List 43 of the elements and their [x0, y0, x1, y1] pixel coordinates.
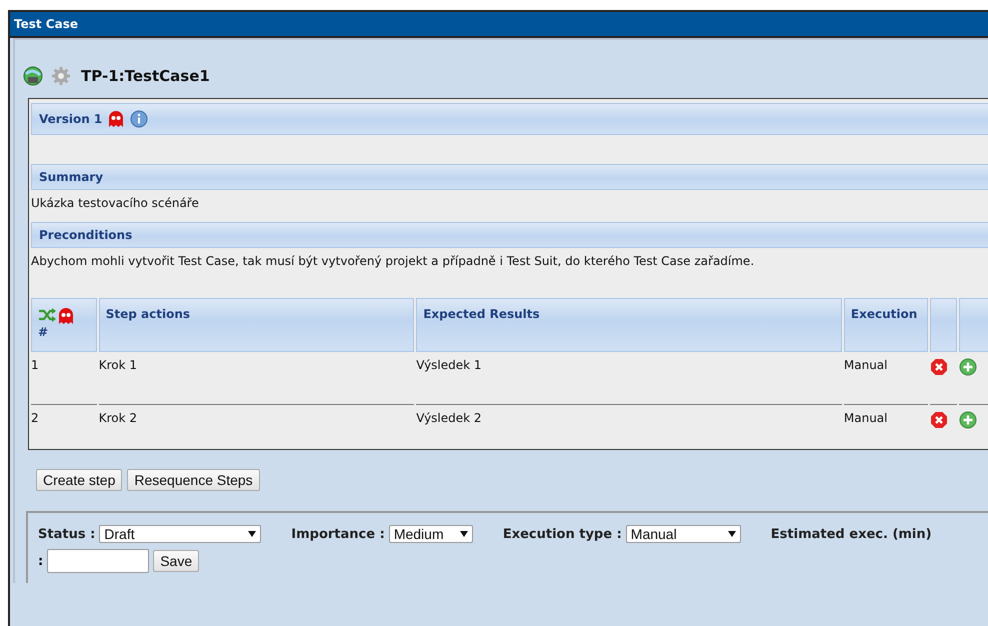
- delete-icon[interactable]: [930, 358, 948, 376]
- shuffle-icon[interactable]: [38, 307, 56, 323]
- window-title: Test Case: [10, 12, 988, 38]
- action-button[interactable]: Create step: [36, 469, 122, 491]
- summary-text: Ukázka testovacího scénáře: [31, 195, 200, 212]
- table-cell: Výsledek 2: [416, 404, 842, 449]
- version-label: Version 1: [39, 112, 102, 126]
- table-cell-text: Krok 1: [98, 357, 138, 374]
- column-label: #: [38, 325, 48, 339]
- column-header: Expected Results: [416, 298, 842, 352]
- table-cell-text: Manual: [844, 357, 888, 374]
- input-field[interactable]: [47, 549, 150, 573]
- table-cell: Manual: [844, 404, 928, 449]
- preconditions-text: Abychom mohli vytvořit Test Case, tak musí být vytvořený projekt a případně i Test Suit, do kterého Test Case zařadíme.: [31, 253, 756, 270]
- caret-icon: [728, 531, 736, 537]
- delete-icon[interactable]: [930, 411, 948, 429]
- dropdown[interactable]: Medium: [388, 525, 473, 543]
- table-cell-text: Výsledek 1: [416, 357, 483, 374]
- caret-icon: [460, 531, 468, 537]
- column-header: Execution: [844, 298, 928, 352]
- table-cell-text: 1: [31, 357, 40, 374]
- field-label: Importance :: [291, 526, 385, 542]
- add-icon[interactable]: [958, 411, 977, 429]
- action-button[interactable]: Resequence Steps: [127, 469, 260, 491]
- column-header: Step actions: [98, 298, 414, 352]
- caret-icon: [248, 531, 256, 537]
- test-case-title: TP-1:TestCase1: [81, 67, 210, 85]
- field-label: Status :: [38, 526, 96, 542]
- ghost-icon[interactable]: [57, 307, 75, 325]
- save-button[interactable]: Save: [153, 550, 200, 572]
- field-label: :: [38, 554, 44, 568]
- dropdown[interactable]: Manual: [626, 525, 741, 543]
- globe-icon[interactable]: [23, 66, 43, 86]
- info-icon[interactable]: [130, 110, 148, 128]
- dropdown[interactable]: Draft: [99, 525, 262, 543]
- field-label: Execution type :: [502, 526, 622, 542]
- preconditions-title: Preconditions: [39, 228, 132, 242]
- add-icon[interactable]: [958, 358, 977, 376]
- summary-title: Summary: [39, 170, 104, 184]
- table-cell: 2: [31, 404, 97, 449]
- field-label: Estimated exec. (min): [770, 526, 932, 542]
- table-cell: Krok 2: [98, 404, 414, 449]
- ghost-icon[interactable]: [107, 110, 126, 128]
